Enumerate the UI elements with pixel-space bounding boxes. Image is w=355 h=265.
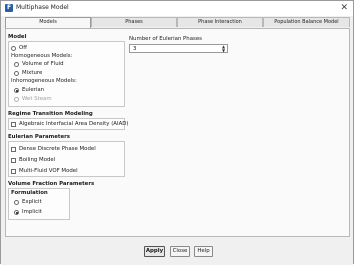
radio-implicit-label: Implicit [22, 209, 42, 215]
model-heading: Model [8, 34, 27, 40]
radio-volume-of-fluid[interactable]: Volume of Fluid [14, 61, 64, 67]
check-boiling-label: Boiling Model [19, 157, 56, 163]
radio-wet-steam-indicator[interactable] [14, 96, 19, 102]
multiphase-model-dialog: F Multiphase Model ✕ Models Phases Phase… [0, 0, 354, 265]
help-button[interactable]: Help [194, 246, 213, 257]
tab-models[interactable]: Models [5, 17, 91, 28]
tab-phase-interaction[interactable]: Phase Interaction [177, 17, 263, 27]
close-button[interactable]: Close [170, 246, 190, 257]
inhomogeneous-models-label: Inhomogeneous Models: [11, 78, 77, 84]
homogeneous-models-label: Homogeneous Models: [11, 53, 73, 59]
radio-wet-steam-label: Wet Steam [22, 96, 52, 102]
radio-eulerian[interactable]: Eulerian [14, 87, 44, 93]
stepper-down-icon[interactable]: ▼ [221, 49, 226, 53]
eulerian-phases-stepper[interactable]: 3 ▲ ▼ [129, 44, 228, 53]
radio-mixture[interactable]: Mixture [14, 70, 42, 76]
radio-volume-of-fluid-indicator[interactable] [14, 61, 19, 67]
tab-population-balance-model[interactable]: Population Balance Model [263, 17, 350, 27]
radio-mixture-indicator[interactable] [14, 70, 19, 76]
eulerian-phases-label: Number of Eulerian Phases [129, 36, 202, 42]
eulerian-phases-value[interactable]: 3 [133, 46, 136, 52]
radio-eulerian-indicator[interactable] [14, 87, 19, 93]
check-dense-dpm-label: Dense Discrete Phase Model [19, 146, 96, 152]
radio-implicit[interactable]: Implicit [14, 209, 42, 215]
check-dense-dpm[interactable]: Dense Discrete Phase Model [11, 146, 96, 152]
radio-wet-steam[interactable]: Wet Steam [14, 96, 52, 102]
radio-explicit-label: Explicit [22, 199, 42, 205]
tab-bar: Models Phases Phase Interaction Populati… [5, 17, 350, 28]
check-aiad[interactable]: Algebraic Interfacial Area Density (AIAD… [11, 121, 129, 127]
tab-phases[interactable]: Phases [91, 17, 177, 27]
radio-eulerian-label: Eulerian [22, 87, 45, 93]
check-dense-dpm-box[interactable] [11, 146, 16, 152]
check-aiad-box[interactable] [11, 121, 16, 127]
title-bar: F Multiphase Model ✕ [1, 1, 353, 16]
radio-mixture-label: Mixture [22, 70, 43, 76]
radio-off-indicator[interactable] [11, 45, 16, 51]
radio-implicit-indicator[interactable] [14, 209, 19, 215]
app-icon: F [5, 4, 13, 12]
apply-button[interactable]: Apply [144, 246, 165, 257]
regime-heading: Regime Transition Modeling [8, 111, 93, 117]
vf-params-heading: Volume Fraction Parameters [8, 181, 95, 187]
radio-off-label: Off [19, 45, 27, 51]
eulerian-params-heading: Eulerian Parameters [8, 134, 70, 140]
window-title: Multiphase Model [16, 4, 69, 11]
check-boiling[interactable]: Boiling Model [11, 157, 55, 163]
check-boiling-box[interactable] [11, 157, 16, 163]
radio-explicit[interactable]: Explicit [14, 199, 42, 205]
check-multi-fluid-vof[interactable]: Multi-Fluid VOF Model [11, 168, 78, 174]
radio-volume-of-fluid-label: Volume of Fluid [22, 61, 64, 67]
formulation-heading: Formulation [11, 190, 48, 196]
check-aiad-label: Algebraic Interfacial Area Density (AIAD… [19, 121, 129, 127]
close-window-icon[interactable]: ✕ [340, 2, 348, 14]
radio-off[interactable]: Off [11, 45, 27, 51]
check-multi-fluid-vof-box[interactable] [11, 168, 16, 174]
radio-explicit-indicator[interactable] [14, 199, 19, 205]
check-multi-fluid-vof-label: Multi-Fluid VOF Model [19, 168, 78, 174]
